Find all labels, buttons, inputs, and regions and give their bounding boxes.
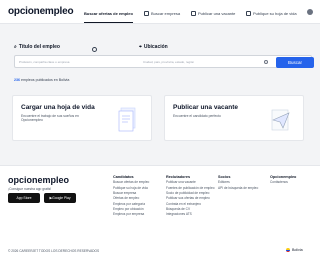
search-panel: ⌕ Título del empleo ⌖ Ubicación Profesió… bbox=[8, 38, 314, 76]
app-store-button[interactable]: App Store bbox=[8, 193, 40, 203]
location-label: ⌖ Ubicación bbox=[139, 44, 168, 50]
search-button[interactable]: Buscar bbox=[276, 57, 314, 68]
job-count-number: 236 bbox=[14, 78, 20, 82]
document-illustration-icon bbox=[118, 107, 136, 132]
footer: opcionempleo ¡Consigue nuestra app grati… bbox=[0, 165, 320, 256]
user-avatar[interactable] bbox=[307, 9, 313, 15]
footer-link[interactable]: Publicar sus ofertas de empleo bbox=[166, 196, 214, 201]
col-title: Opcionempleo bbox=[270, 175, 297, 179]
footer-link[interactable]: Contáctenos bbox=[270, 180, 314, 185]
nav-buscar-ofertas[interactable]: Buscar ofertas de empleo bbox=[84, 9, 133, 52]
location-text: Ubicación bbox=[143, 44, 168, 50]
document-icon bbox=[246, 10, 251, 16]
country-label: Bolivia bbox=[292, 248, 303, 252]
location-pin-icon: ⌖ bbox=[139, 44, 142, 50]
search-box: Profesión, compañía clave o empresa Ciud… bbox=[14, 55, 314, 68]
footer-col-candidatos: Candidatos Buscar ofertas de empleo Publ… bbox=[113, 175, 163, 217]
footer-col-reclutadores: Reclutadores Publicar una vacante Fuente… bbox=[166, 175, 215, 217]
card-upload-cv[interactable]: Cargar una hoja de vida Encuentre el tra… bbox=[12, 95, 152, 141]
site-logo[interactable]: opcionempleo bbox=[8, 6, 74, 17]
bolivia-flag-icon bbox=[286, 248, 290, 252]
top-header: opcionempleo Buscar ofertas de empleo Bu… bbox=[0, 0, 320, 52]
col-title: Socios bbox=[218, 175, 231, 179]
job-title-input[interactable]: Profesión, compañía clave o empresa bbox=[19, 60, 69, 64]
nav-label: Buscar ofertas de empleo bbox=[84, 10, 133, 16]
card-title: Cargar una hoja de vida bbox=[21, 104, 95, 111]
app-store-label: App Store bbox=[16, 196, 32, 200]
nav-buscar-empresa[interactable]: Buscar empresa bbox=[144, 9, 180, 17]
nav-label: Publicar una vacante bbox=[198, 10, 236, 16]
briefcase-icon bbox=[191, 10, 196, 16]
job-count-text: empleos publicados en Bolivia bbox=[21, 78, 70, 82]
paper-plane-illustration-icon bbox=[271, 109, 290, 131]
job-count: 236 empleos publicados en Bolivia bbox=[14, 78, 69, 82]
building-icon bbox=[144, 10, 149, 16]
gps-locate-icon[interactable] bbox=[264, 60, 268, 64]
card-title: Publicar una vacante bbox=[173, 104, 239, 111]
copyright: © 2026 CAREERJET TODOS LOS DERECHOS RESE… bbox=[8, 249, 100, 253]
card-post-vacancy[interactable]: Publicar una vacante Encuentre el candid… bbox=[164, 95, 304, 141]
nav-label: Buscar empresa bbox=[151, 10, 181, 16]
nav-publicar-vacante[interactable]: Publicar una vacante bbox=[191, 9, 235, 17]
location-input[interactable]: Ciudad, país, provincia, estado, región bbox=[143, 60, 194, 64]
footer-link[interactable]: Empleos por empresa bbox=[113, 212, 163, 217]
google-play-button[interactable]: ▶ Google Play bbox=[44, 193, 76, 203]
footer-link[interactable]: Integraciones ATS bbox=[166, 212, 214, 217]
footer-link[interactable]: API de búsqueda de empleo bbox=[218, 186, 260, 191]
google-play-label: Google Play bbox=[52, 196, 71, 200]
card-text: Encuentre el trabajo de sus sueños en Op… bbox=[21, 114, 79, 123]
col-title: Reclutadores bbox=[166, 175, 191, 179]
country-selector[interactable]: Bolivia bbox=[286, 248, 303, 252]
nav-label: Publique su hoja de vida bbox=[253, 10, 297, 16]
col-title: Candidatos bbox=[113, 175, 134, 179]
card-text: Encuentre el candidato perfecto bbox=[173, 114, 221, 118]
nav-publique-hoja[interactable]: Publique su hoja de vida bbox=[246, 9, 297, 17]
job-title-text: Título del empleo bbox=[18, 44, 60, 50]
footer-col-opcionempleo: Opcionempleo Contáctenos bbox=[270, 175, 314, 186]
footer-col-socios: Socios Editores API de búsqueda de emple… bbox=[218, 175, 260, 191]
job-title-label: ⌕ Título del empleo bbox=[14, 44, 60, 50]
footer-logo[interactable]: opcionempleo bbox=[8, 175, 69, 185]
app-tagline: ¡Consigue nuestra app gratis! bbox=[8, 187, 52, 191]
search-icon: ⌕ bbox=[14, 44, 17, 50]
